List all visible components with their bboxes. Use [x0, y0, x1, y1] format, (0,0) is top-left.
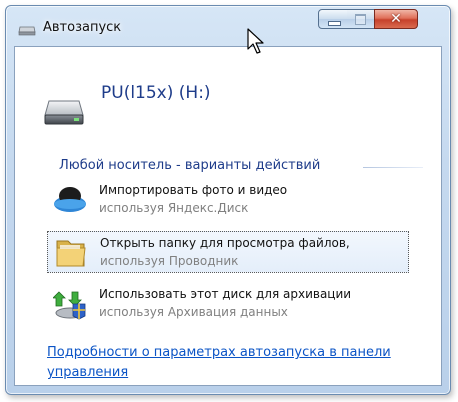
usb-drive-icon — [44, 100, 84, 125]
close-icon: ✕ — [390, 11, 402, 27]
minimize-button[interactable] — [318, 9, 348, 29]
yandex-disk-icon — [54, 187, 86, 212]
action-import-photos[interactable]: Импортировать фото и видео используя Янд… — [47, 179, 409, 221]
minimize-icon — [328, 21, 341, 26]
section-divider — [363, 167, 423, 168]
action-subtitle: используя Архивация данных — [99, 305, 288, 319]
folder-icon — [56, 240, 86, 267]
autoplay-settings-link[interactable]: Подробности о параметрах автозапуска в п… — [47, 343, 437, 383]
maximize-icon — [355, 14, 366, 25]
title-bar[interactable]: Автозапуск ✕ — [6, 6, 450, 46]
action-backup[interactable]: Использовать этот диск для архивации исп… — [47, 283, 409, 325]
window-title: Автозапуск — [43, 20, 122, 35]
drive-label: PU(l15x) (H:) — [101, 83, 211, 103]
action-subtitle: используя Проводник — [100, 254, 239, 268]
section-heading: Любой носитель - варианты действий — [59, 158, 321, 173]
action-open-folder[interactable]: Открыть папку для просмотра файлов, испо… — [47, 231, 409, 273]
dialog-content: PU(l15x) (H:) Любой носитель - варианты … — [14, 46, 442, 386]
action-title: Открыть папку для просмотра файлов, — [100, 236, 350, 250]
maximize-button[interactable] — [347, 9, 375, 29]
drive-small-icon — [18, 26, 36, 36]
autoplay-window: Автозапуск ✕ PU(l15x) (H:) Любой носител… — [5, 5, 451, 395]
close-button[interactable]: ✕ — [374, 9, 418, 29]
action-title: Импортировать фото и видео — [99, 183, 288, 197]
backup-icon — [53, 291, 86, 320]
mouse-pointer-icon — [247, 28, 264, 54]
action-subtitle: используя Яндекс.Диск — [99, 201, 249, 215]
action-title: Использовать этот диск для архивации — [99, 287, 352, 301]
